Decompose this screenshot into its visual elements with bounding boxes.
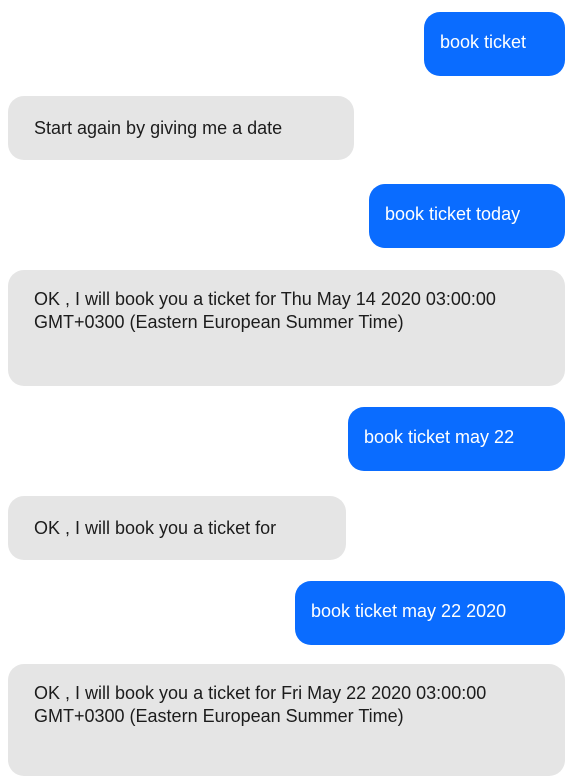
bot-message: OK , I will book you a ticket for Fri Ma… bbox=[8, 664, 565, 776]
user-message: book ticket may 22 2020 bbox=[295, 581, 565, 645]
bot-message: OK , I will book you a ticket for bbox=[8, 496, 346, 560]
chat-transcript: book ticket Start again by giving me a d… bbox=[0, 0, 573, 778]
bot-message: OK , I will book you a ticket for Thu Ma… bbox=[8, 270, 565, 386]
user-message: book ticket today bbox=[369, 184, 565, 248]
user-message: book ticket may 22 bbox=[348, 407, 565, 471]
user-message: book ticket bbox=[424, 12, 565, 76]
bot-message: Start again by giving me a date bbox=[8, 96, 354, 160]
